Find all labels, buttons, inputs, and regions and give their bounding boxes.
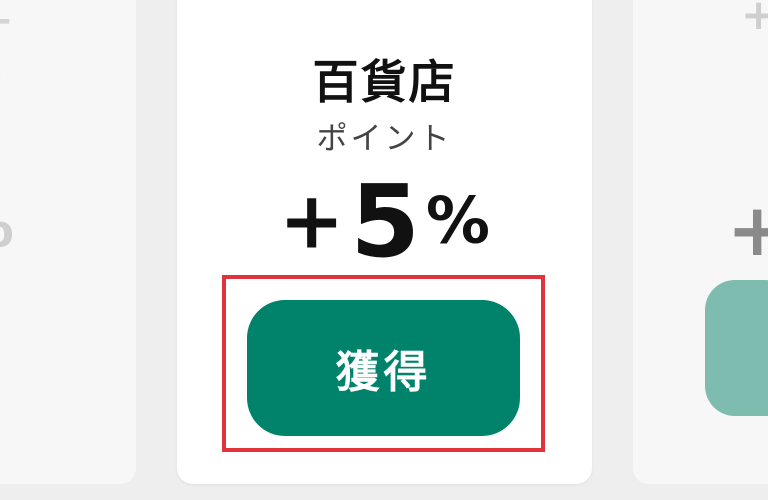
- card-title: 百貨店: [312, 55, 457, 109]
- right-card-earn-button[interactable]: [705, 280, 768, 416]
- reward-value-unit: %: [425, 184, 491, 259]
- reward-card-left[interactable]: + / %: [0, 0, 136, 484]
- reward-value-sign: +: [278, 176, 345, 267]
- left-card-value-fragment: %: [0, 188, 14, 262]
- reward-value-number: 5: [350, 163, 420, 280]
- left-card-title-fragment: +: [0, 0, 14, 44]
- reward-value: +5%: [177, 163, 592, 280]
- reward-card-right[interactable]: + +: [633, 0, 768, 484]
- card-subtitle: ポイント: [316, 121, 453, 157]
- reward-carousel: + / % 百貨店 ポイント +5% + + 獲得: [0, 0, 768, 500]
- right-card-title-fragment: +: [741, 0, 768, 39]
- earn-button[interactable]: 獲得: [247, 300, 520, 436]
- right-card-value-fragment: +: [727, 188, 768, 272]
